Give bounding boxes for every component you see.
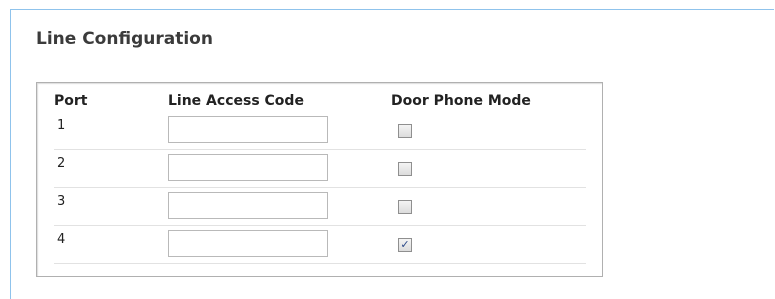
door-phone-mode-checkbox-4[interactable]: ✓ (398, 238, 412, 252)
column-header-port: Port (54, 93, 88, 109)
line-access-code-input-1[interactable] (168, 116, 328, 143)
port-number-1: 1 (57, 118, 66, 133)
row-divider (54, 187, 586, 188)
row-divider (54, 263, 586, 264)
row-divider (54, 149, 586, 150)
column-header-door-phone-mode: Door Phone Mode (391, 93, 531, 109)
line-configuration-panel: Line Configuration Port Line Access Code… (10, 9, 774, 299)
line-configuration-table: Port Line Access Code Door Phone Mode 1 … (36, 82, 603, 277)
port-number-3: 3 (57, 194, 66, 209)
section-title: Line Configuration (36, 29, 213, 49)
line-access-code-input-3[interactable] (168, 192, 328, 219)
line-access-code-input-4[interactable] (168, 230, 328, 257)
checkmark-icon: ✓ (400, 238, 410, 251)
column-header-line-access-code: Line Access Code (168, 93, 304, 109)
door-phone-mode-checkbox-1[interactable] (398, 124, 412, 138)
line-access-code-input-2[interactable] (168, 154, 328, 181)
door-phone-mode-checkbox-3[interactable] (398, 200, 412, 214)
port-number-4: 4 (57, 232, 66, 247)
port-number-2: 2 (57, 156, 66, 171)
door-phone-mode-checkbox-2[interactable] (398, 162, 412, 176)
row-divider (54, 225, 586, 226)
